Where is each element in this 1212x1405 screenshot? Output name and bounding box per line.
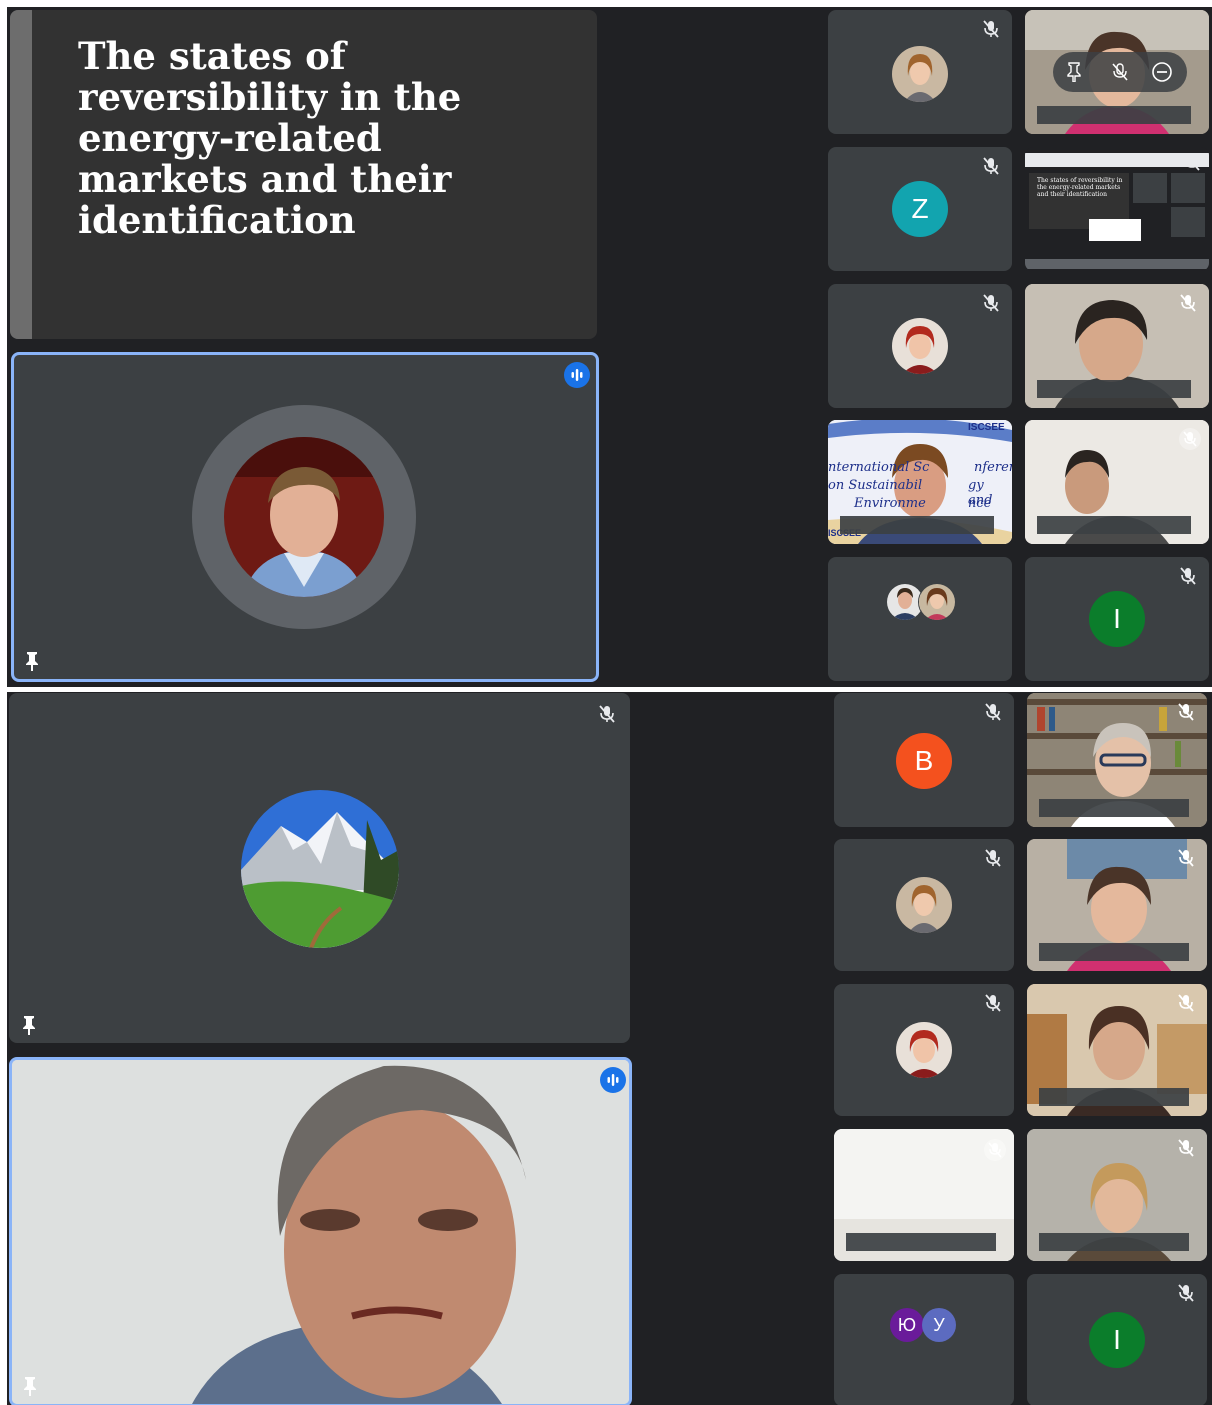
slide-accent-bar [10, 10, 32, 339]
participant-video-tile[interactable] [1025, 10, 1209, 134]
mic-off-icon [1175, 992, 1197, 1014]
participant-tile[interactable]: I [1025, 557, 1209, 681]
active-speaker-tile[interactable] [11, 352, 599, 682]
pin-icon[interactable] [24, 651, 40, 671]
participant-avatar [896, 1022, 952, 1078]
presentation-tile[interactable]: The states of reversibility in the energ… [10, 10, 597, 339]
mic-off-icon [1179, 428, 1201, 450]
participant-avatar [896, 877, 952, 933]
meet-screenshot-1: The states of reversibility in the energ… [7, 7, 1212, 687]
mic-off-icon [980, 292, 1002, 314]
participant-video-tile[interactable] [1027, 1129, 1207, 1261]
participant-tile[interactable]: Z [828, 147, 1012, 271]
name-label-redacted [1039, 943, 1189, 961]
banner-line-3a: Environme [854, 496, 926, 511]
mic-off-icon [1175, 847, 1197, 869]
letter-avatar: B [896, 733, 952, 789]
participant-group-tile[interactable]: Ю У [834, 1274, 1014, 1405]
remove-icon[interactable] [1151, 61, 1173, 83]
letter-avatar: Ю [890, 1308, 924, 1342]
participant-tile[interactable] [834, 839, 1014, 971]
pinned-participant-tile[interactable] [9, 693, 630, 1043]
letter-avatar: Z [892, 181, 948, 237]
mic-off-icon [1177, 292, 1199, 314]
mic-off-icon [1177, 565, 1199, 587]
pin-icon[interactable] [22, 1376, 38, 1396]
letter-avatar: I [1089, 591, 1145, 647]
participant-video-tile[interactable] [1027, 839, 1207, 971]
banner-line-1b: nferen [974, 460, 1012, 475]
name-label-redacted [1037, 106, 1191, 124]
mic-off-icon [982, 701, 1004, 723]
mic-off-icon [1181, 151, 1203, 173]
participant-avatar [892, 46, 948, 102]
name-label-redacted [1039, 1233, 1189, 1251]
meet-screenshot-2: B Ю У I [7, 692, 1212, 1405]
banner-line-2a: on Sustainabil [828, 478, 923, 493]
participant-video-tile[interactable] [834, 1129, 1014, 1261]
name-label-redacted [1039, 799, 1189, 817]
hover-controls [1053, 52, 1187, 92]
participant-group-tile[interactable] [828, 557, 1012, 681]
pin-icon[interactable] [21, 1015, 37, 1035]
participant-tile[interactable] [834, 984, 1014, 1116]
name-label-redacted [1039, 1088, 1189, 1106]
mic-off-icon[interactable] [1109, 61, 1131, 83]
mic-off-icon [596, 703, 618, 725]
participant-video-tile[interactable] [1025, 284, 1209, 408]
speaking-indicator-icon [600, 1067, 626, 1093]
speaker-video [12, 1060, 629, 1404]
participant-tile[interactable]: I [1027, 1274, 1207, 1405]
mic-off-icon [980, 155, 1002, 177]
pin-icon[interactable] [1065, 62, 1083, 82]
mountain-avatar [241, 790, 399, 948]
slide-title: The states of reversibility in the energ… [78, 34, 462, 242]
mic-off-icon [980, 18, 1002, 40]
active-speaker-video-tile[interactable] [9, 1057, 632, 1405]
shared-tile [1133, 173, 1167, 203]
mic-off-icon [1175, 1137, 1197, 1159]
letter-avatar: У [922, 1308, 956, 1342]
banner-line-3b: nce [968, 496, 992, 511]
participant-avatar [918, 583, 956, 621]
shared-slide-title: The states of reversibility in the energ… [1037, 177, 1123, 198]
participant-avatar [892, 318, 948, 374]
mic-off-icon [984, 1139, 1006, 1161]
mic-off-icon [1175, 701, 1197, 723]
shared-popup [1089, 219, 1141, 241]
participant-tile[interactable] [828, 10, 1012, 134]
banner-line-1a: nternational Sc [828, 460, 930, 475]
name-label-redacted [840, 516, 994, 534]
mic-off-icon [1175, 1282, 1197, 1304]
participant-video-tile[interactable] [1027, 693, 1207, 827]
name-label-redacted [1037, 516, 1191, 534]
name-label-redacted [846, 1233, 996, 1251]
mic-off-icon [982, 847, 1004, 869]
screen-share-tile[interactable]: The states of reversibility in the energ… [1025, 147, 1209, 271]
shared-taskbar [1025, 259, 1209, 269]
speaker-avatar [224, 437, 384, 597]
mic-off-icon [982, 992, 1004, 1014]
banner-logo: ISCSEE [968, 422, 1005, 433]
speaking-indicator-icon [564, 362, 590, 388]
participant-tile[interactable] [828, 284, 1012, 408]
participant-video-tile[interactable] [1027, 984, 1207, 1116]
letter-avatar: I [1089, 1312, 1145, 1368]
participant-tile[interactable]: B [834, 693, 1014, 827]
participant-video-tile[interactable]: ISCSEE nternational Sc nferen on Sustain… [828, 420, 1012, 544]
shared-tile [1171, 173, 1205, 203]
participant-video-tile[interactable] [1025, 420, 1209, 544]
name-label-redacted [1037, 380, 1191, 398]
shared-tile [1171, 207, 1205, 237]
